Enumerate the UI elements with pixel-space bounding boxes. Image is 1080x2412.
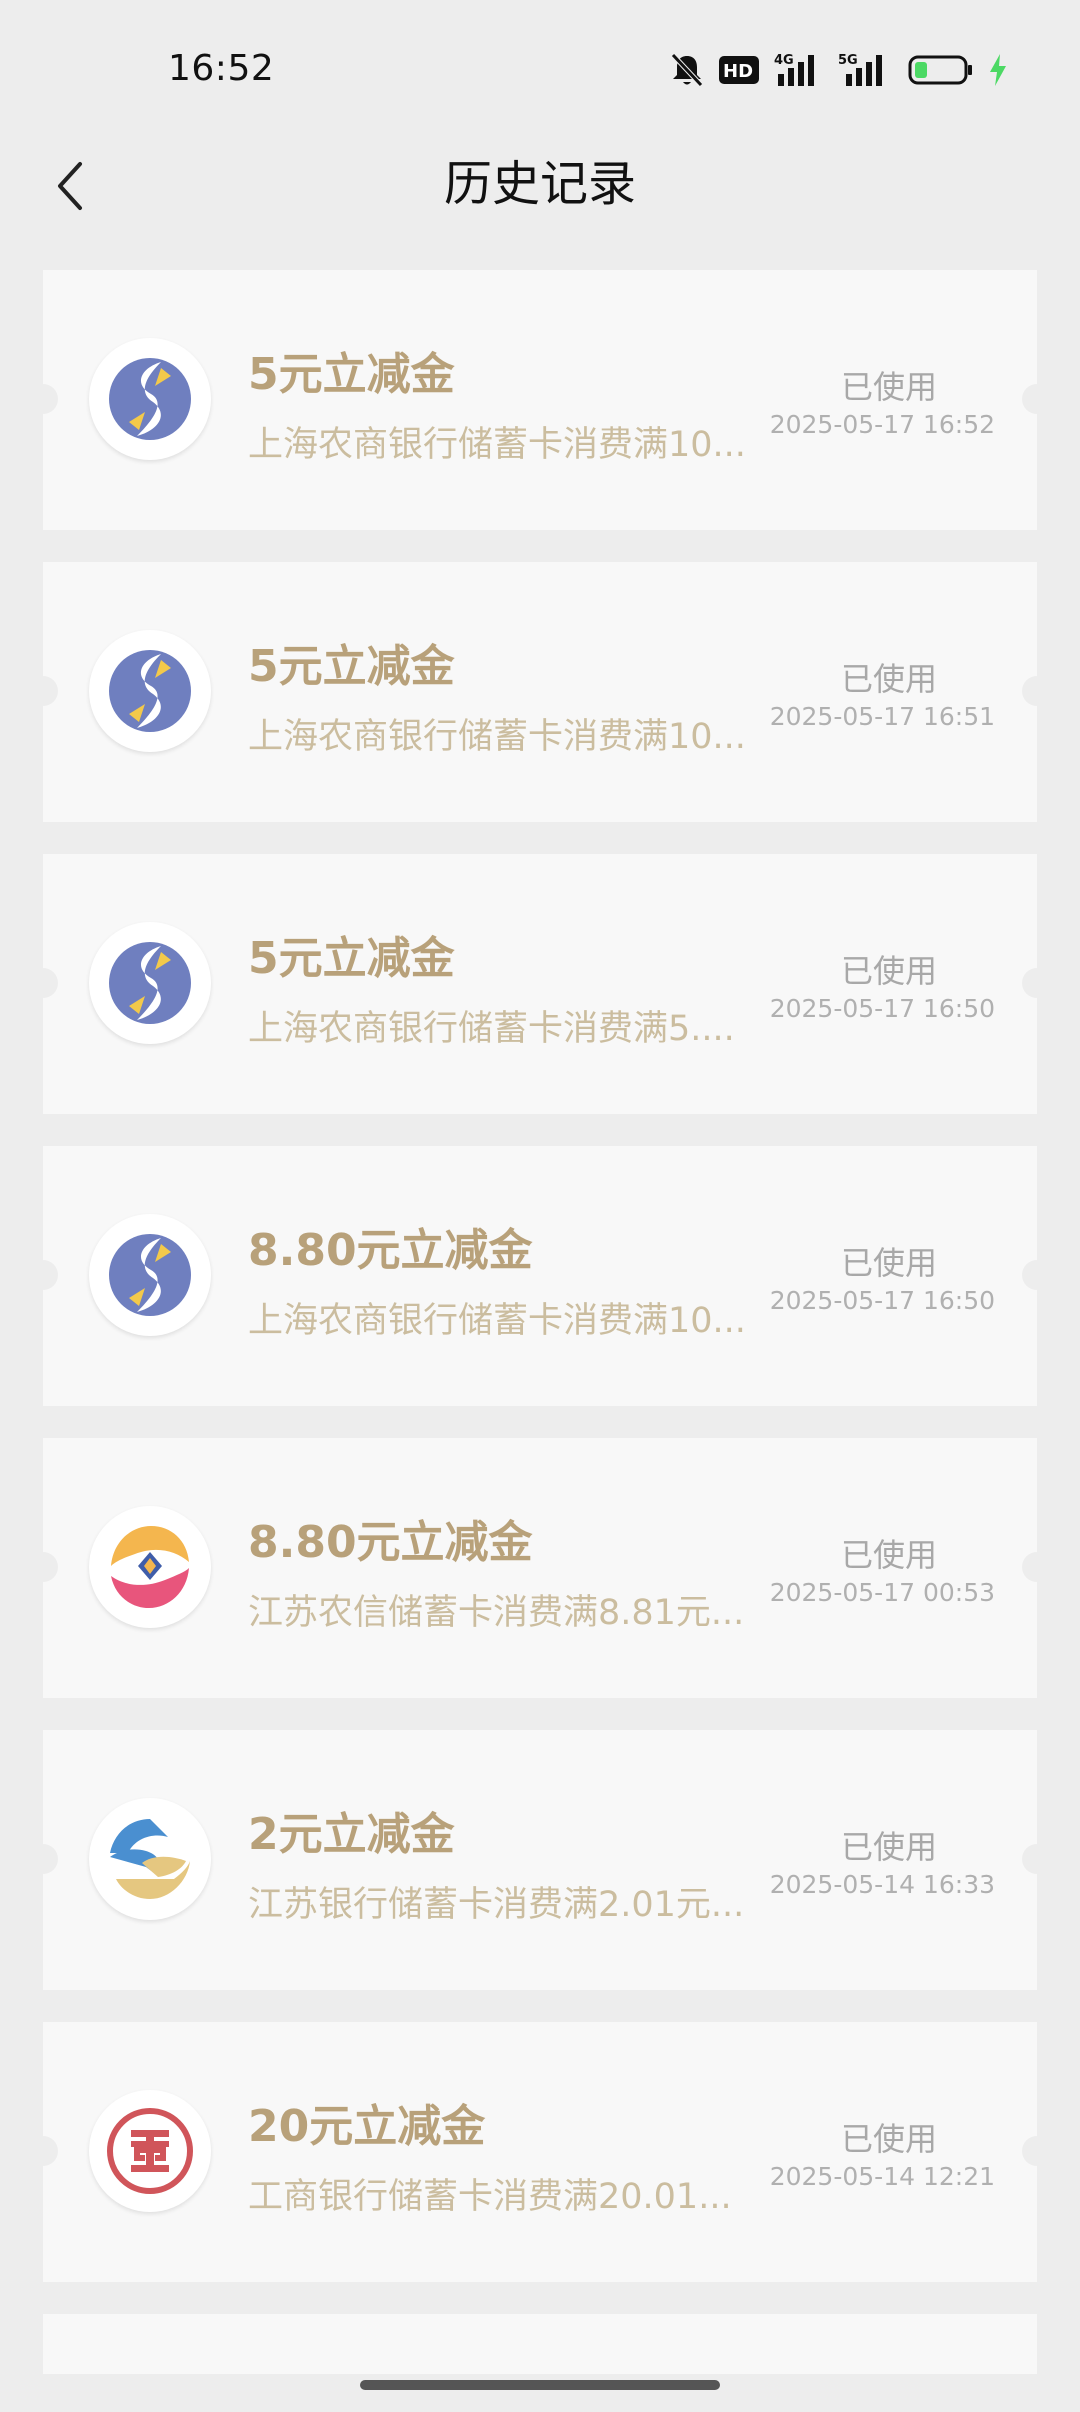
coupon-date: 2025-05-17 00:53 <box>769 1578 995 1607</box>
ticket-notch <box>1022 1260 1037 1290</box>
signal-5g-icon: 5G <box>836 52 894 88</box>
ticket-notch <box>1022 1552 1037 1582</box>
ticket-notch <box>43 384 58 414</box>
coupon-card[interactable]: 5元立减金 上海农商银行储蓄卡消费满10... 已使用 2025-05-17 1… <box>43 562 1037 822</box>
coupon-date: 2025-05-17 16:52 <box>769 410 995 439</box>
coupon-title: 5元立减金 <box>248 933 455 984</box>
coupon-card-partial[interactable] <box>43 2314 1037 2374</box>
status-time: 16:52 <box>168 48 275 89</box>
bank-of-jiangsu-logo-icon <box>89 1798 211 1920</box>
coupon-date: 2025-05-14 12:21 <box>769 2162 995 2191</box>
coupon-date: 2025-05-17 16:50 <box>769 994 995 1023</box>
coupon-status: 已使用 <box>840 1536 937 1574</box>
ticket-notch <box>1022 676 1037 706</box>
coupon-history-list: 5元立减金 上海农商银行储蓄卡消费满10... 已使用 2025-05-17 1… <box>43 270 1037 2374</box>
coupon-date: 2025-05-14 16:33 <box>769 1870 995 1899</box>
ticket-notch <box>1022 384 1037 414</box>
ticket-notch <box>43 2136 58 2166</box>
home-indicator[interactable] <box>360 2380 720 2390</box>
bell-off-icon <box>670 52 704 88</box>
battery-icon <box>908 54 974 86</box>
svg-text:5G: 5G <box>838 53 858 68</box>
coupon-title: 20元立减金 <box>248 2101 486 2152</box>
coupon-description: 工商银行储蓄卡消费满20.01... <box>248 2177 732 2217</box>
ticket-notch <box>1022 1844 1037 1874</box>
shanghai-rural-bank-logo-icon <box>89 630 211 752</box>
ticket-notch <box>43 968 58 998</box>
coupon-title: 8.80元立减金 <box>248 1517 533 1568</box>
coupon-status: 已使用 <box>840 952 937 990</box>
status-bar: 16:52 HD 4G 5G <box>0 0 1080 130</box>
coupon-title: 8.80元立减金 <box>248 1225 533 1276</box>
hd-icon: HD <box>718 55 760 85</box>
coupon-status: 已使用 <box>840 660 937 698</box>
coupon-title: 5元立减金 <box>248 641 455 692</box>
app-header: 历史记录 <box>0 130 1080 250</box>
coupon-description: 上海农商银行储蓄卡消费满10... <box>248 1301 746 1341</box>
coupon-card[interactable]: 5元立减金 上海农商银行储蓄卡消费满5.... 已使用 2025-05-17 1… <box>43 854 1037 1114</box>
icbc-logo-icon <box>89 2090 211 2212</box>
charging-icon <box>988 53 1008 87</box>
jiangsu-rural-credit-logo-icon <box>89 1506 211 1628</box>
page-title: 历史记录 <box>443 156 636 212</box>
signal-4g-icon: 4G <box>774 52 822 88</box>
coupon-card[interactable]: 8.80元立减金 江苏农信储蓄卡消费满8.81元... 已使用 2025-05-… <box>43 1438 1037 1698</box>
coupon-card[interactable]: 8.80元立减金 上海农商银行储蓄卡消费满10... 已使用 2025-05-1… <box>43 1146 1037 1406</box>
coupon-description: 上海农商银行储蓄卡消费满10... <box>248 425 746 465</box>
ticket-notch <box>1022 2136 1037 2166</box>
coupon-status: 已使用 <box>840 368 937 406</box>
coupon-card[interactable]: 5元立减金 上海农商银行储蓄卡消费满10... 已使用 2025-05-17 1… <box>43 270 1037 530</box>
coupon-title: 2元立减金 <box>248 1809 455 1860</box>
coupon-description: 江苏银行储蓄卡消费满2.01元... <box>248 1885 745 1925</box>
svg-text:HD: HD <box>723 61 753 82</box>
coupon-title: 5元立减金 <box>248 349 455 400</box>
coupon-description: 江苏农信储蓄卡消费满8.81元... <box>248 1593 745 1633</box>
coupon-card[interactable]: 2元立减金 江苏银行储蓄卡消费满2.01元... 已使用 2025-05-14 … <box>43 1730 1037 1990</box>
ticket-notch <box>43 1260 58 1290</box>
status-icons: HD 4G 5G <box>670 50 1008 90</box>
shanghai-rural-bank-logo-icon <box>89 922 211 1044</box>
shanghai-rural-bank-logo-icon <box>89 338 211 460</box>
coupon-description: 上海农商银行储蓄卡消费满5.... <box>248 1009 735 1049</box>
coupon-date: 2025-05-17 16:50 <box>769 1286 995 1315</box>
ticket-notch <box>1022 968 1037 998</box>
coupon-card[interactable]: 20元立减金 工商银行储蓄卡消费满20.01... 已使用 2025-05-14… <box>43 2022 1037 2282</box>
coupon-date: 2025-05-17 16:51 <box>769 702 995 731</box>
ticket-notch <box>43 1552 58 1582</box>
shanghai-rural-bank-logo-icon <box>89 1214 211 1336</box>
coupon-description: 上海农商银行储蓄卡消费满10... <box>248 717 746 757</box>
coupon-status: 已使用 <box>840 1244 937 1282</box>
coupon-status: 已使用 <box>840 1828 937 1866</box>
svg-text:4G: 4G <box>774 53 794 68</box>
coupon-status: 已使用 <box>840 2120 937 2158</box>
ticket-notch <box>43 1844 58 1874</box>
ticket-notch <box>43 676 58 706</box>
